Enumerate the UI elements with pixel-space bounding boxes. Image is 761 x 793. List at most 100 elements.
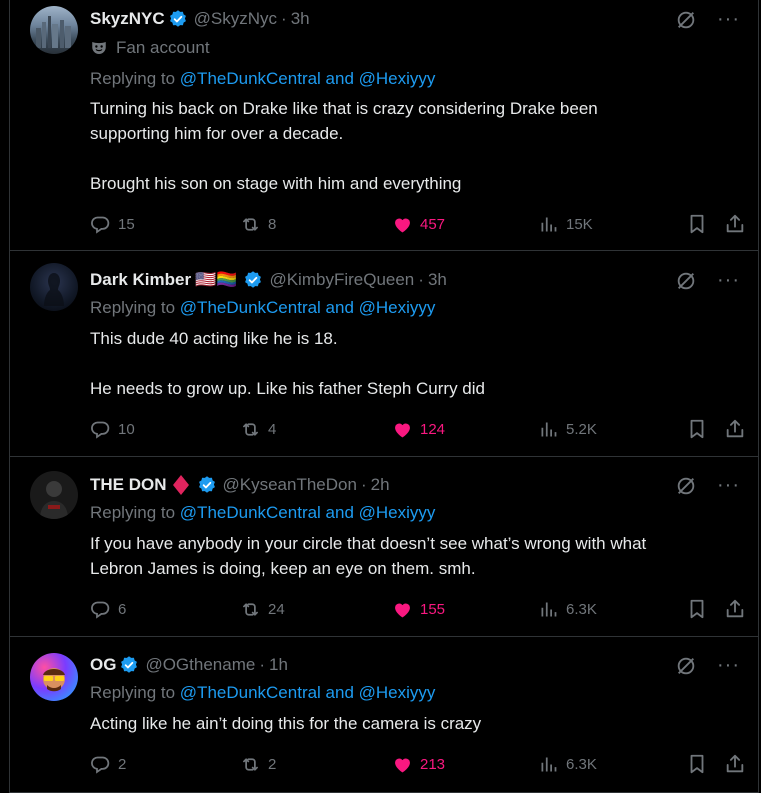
- reply-icon: [90, 599, 111, 620]
- replying-to: Replying to @TheDunkCentral and @Hexiyyy: [90, 503, 435, 523]
- more-options-icon[interactable]: ···: [717, 8, 740, 31]
- views-button[interactable]: 6.3K: [538, 751, 597, 777]
- more-options-icon[interactable]: ···: [717, 269, 740, 292]
- more-options-icon[interactable]: ···: [717, 654, 740, 677]
- fan-account-label: Fan account: [90, 37, 210, 59]
- author-name[interactable]: THE DON: [90, 475, 167, 495]
- like-button[interactable]: 213: [392, 751, 445, 777]
- views-count: 5.2K: [566, 420, 597, 438]
- bookmark-icon[interactable]: [686, 753, 708, 775]
- verified-badge-icon[interactable]: [243, 270, 263, 290]
- reply-count: 10: [118, 420, 135, 438]
- like-count: 124: [420, 420, 446, 438]
- reply-button[interactable]: 6: [90, 596, 126, 622]
- repost-button[interactable]: 4: [240, 416, 276, 442]
- heart-icon: [392, 419, 413, 440]
- timestamp[interactable]: 2h: [371, 475, 390, 495]
- reply-button[interactable]: 15: [90, 211, 135, 237]
- more-options-icon[interactable]: ···: [717, 474, 740, 497]
- verified-badge-icon[interactable]: [197, 475, 217, 495]
- author-handle[interactable]: @KyseanTheDon: [223, 475, 357, 495]
- author-name[interactable]: OG: [90, 655, 116, 675]
- reply-icon: [90, 214, 111, 235]
- timestamp[interactable]: 3h: [291, 9, 310, 29]
- grok-icon[interactable]: [675, 9, 697, 31]
- repost-count: 4: [268, 420, 277, 438]
- like-button[interactable]: 124: [392, 416, 445, 442]
- author-handle[interactable]: @OGthename: [145, 655, 255, 675]
- reply-icon: [90, 419, 111, 440]
- verified-badge-icon[interactable]: [119, 655, 139, 675]
- repost-count: 8: [268, 215, 277, 233]
- replying-prefix: Replying to: [90, 298, 176, 317]
- share-icon[interactable]: [724, 213, 746, 235]
- replying-prefix: Replying to: [90, 683, 176, 702]
- tweet-text: Acting like he ain’t doing this for the …: [90, 714, 482, 733]
- replying-prefix: Replying to: [90, 69, 176, 88]
- tweet-text: If you have anybody in your circle that …: [90, 534, 647, 578]
- like-count: 155: [420, 600, 446, 618]
- views-icon: [538, 754, 559, 775]
- tweet-og[interactable]: OG @OGthename · 1h Replying to @TheDunkC…: [10, 637, 758, 793]
- repost-icon: [240, 214, 261, 235]
- reply-button[interactable]: 2: [90, 751, 126, 777]
- separator: ·: [281, 9, 287, 28]
- timestamp[interactable]: 1h: [269, 655, 288, 675]
- avatar[interactable]: [30, 263, 78, 311]
- repost-button[interactable]: 8: [240, 211, 276, 237]
- author-name[interactable]: Dark Kimber: [90, 270, 191, 290]
- share-icon[interactable]: [724, 418, 746, 440]
- heart-icon: [392, 599, 413, 620]
- reply-count: 15: [118, 215, 135, 233]
- replying-to-links[interactable]: @TheDunkCentral and @Hexiyyy: [180, 683, 436, 702]
- author-handle[interactable]: @KimbyFireQueen: [269, 270, 414, 290]
- views-button[interactable]: 6.3K: [538, 596, 597, 622]
- author-name[interactable]: SkyzNYC: [90, 9, 165, 29]
- like-count: 457: [420, 215, 446, 233]
- verified-badge-icon[interactable]: [168, 9, 188, 29]
- repost-icon: [240, 599, 261, 620]
- replying-prefix: Replying to: [90, 503, 176, 522]
- tweet-skyznyc[interactable]: SkyzNYC @SkyzNyc · 3h Fan account Replyi…: [10, 0, 758, 251]
- repost-count: 24: [268, 600, 285, 618]
- bookmark-icon[interactable]: [686, 213, 708, 235]
- separator: ·: [259, 655, 265, 674]
- replying-to-links[interactable]: @TheDunkCentral and @Hexiyyy: [180, 298, 436, 317]
- avatar[interactable]: [30, 653, 78, 701]
- views-button[interactable]: 15K: [538, 211, 593, 237]
- grok-icon[interactable]: [675, 270, 697, 292]
- share-icon[interactable]: [724, 753, 746, 775]
- avatar[interactable]: [30, 471, 78, 519]
- separator: ·: [418, 270, 424, 289]
- grok-icon[interactable]: [675, 475, 697, 497]
- bookmark-icon[interactable]: [686, 598, 708, 620]
- tweet-dark-kimber[interactable]: Dark Kimber 🇺🇸🏳️‍🌈 @KimbyFireQueen · 3h …: [10, 251, 758, 457]
- author-handle[interactable]: @SkyzNyc: [194, 9, 277, 29]
- reply-button[interactable]: 10: [90, 416, 135, 442]
- red-diamond-icon: [172, 475, 189, 495]
- like-count: 213: [420, 755, 446, 773]
- tweet-text: Turning his back on Drake like that is c…: [90, 99, 598, 193]
- flags-emoji: 🇺🇸🏳️‍🌈: [195, 270, 238, 289]
- views-icon: [538, 599, 559, 620]
- bookmark-icon[interactable]: [686, 418, 708, 440]
- grok-icon[interactable]: [675, 655, 697, 677]
- like-button[interactable]: 155: [392, 596, 445, 622]
- like-button[interactable]: 457: [392, 211, 445, 237]
- repost-icon: [240, 754, 261, 775]
- tweet-the-don[interactable]: THE DON @KyseanTheDon · 2h Replying to @…: [10, 457, 758, 637]
- replying-to-links[interactable]: @TheDunkCentral and @Hexiyyy: [180, 503, 436, 522]
- timestamp[interactable]: 3h: [428, 270, 447, 290]
- reply-count: 6: [118, 600, 127, 618]
- repost-button[interactable]: 2: [240, 751, 276, 777]
- heart-icon: [392, 214, 413, 235]
- repost-button[interactable]: 24: [240, 596, 285, 622]
- share-icon[interactable]: [724, 598, 746, 620]
- repost-icon: [240, 419, 261, 440]
- views-button[interactable]: 5.2K: [538, 416, 597, 442]
- replying-to: Replying to @TheDunkCentral and @Hexiyyy: [90, 683, 435, 703]
- reply-count: 2: [118, 755, 127, 773]
- replying-to-links[interactable]: @TheDunkCentral and @Hexiyyy: [180, 69, 436, 88]
- avatar[interactable]: [30, 6, 78, 54]
- views-icon: [538, 419, 559, 440]
